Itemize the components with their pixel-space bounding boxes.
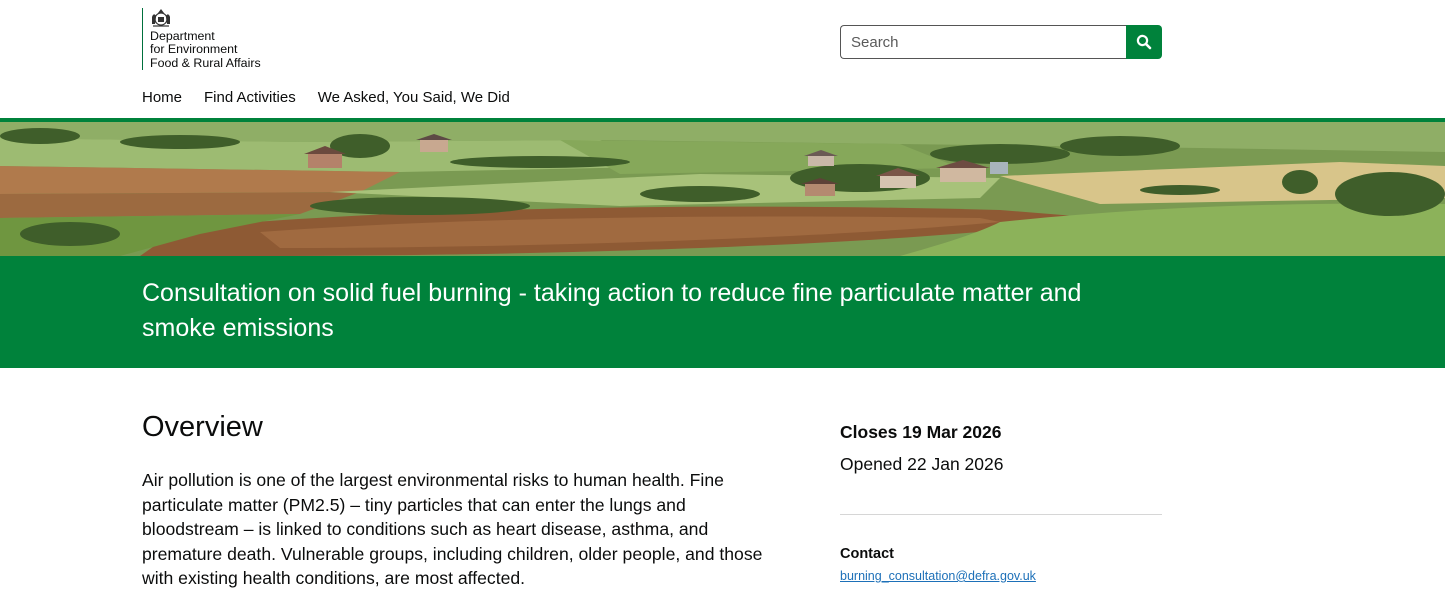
hero-image [0, 118, 1445, 256]
main-nav: Home Find Activities We Asked, You Said,… [142, 89, 532, 106]
sidebar-divider [840, 514, 1162, 515]
royal-crest-icon [152, 9, 170, 27]
main-content: Overview Air pollution is one of the lar… [142, 410, 782, 591]
opening-date: Opened 22 Jan 2026 [840, 454, 1004, 474]
logo-line-3: Food & Rural Affairs [150, 55, 261, 70]
nav-home[interactable]: Home [142, 89, 182, 106]
search-button[interactable] [1126, 25, 1162, 59]
search-icon [1136, 34, 1152, 50]
page-title: Consultation on solid fuel burning - tak… [142, 279, 1082, 342]
nav-find-activities[interactable]: Find Activities [204, 89, 296, 106]
nav-we-asked-you-said[interactable]: We Asked, You Said, We Did [318, 89, 510, 106]
overview-heading: Overview [142, 411, 263, 443]
logo-line-1: Department [150, 29, 215, 43]
overview-paragraph: Air pollution is one of the largest envi… [142, 470, 763, 589]
site-header: Department for Environment Food & Rural … [0, 0, 1445, 118]
search-form [840, 25, 1162, 59]
countryside-landscape [0, 122, 1445, 256]
defra-logo[interactable]: Department for Environment Food & Rural … [142, 8, 282, 70]
closing-date: Closes 19 Mar 2026 [840, 422, 1002, 442]
logo-text: Department for Environment Food & Rural … [150, 29, 261, 70]
contact-email-link[interactable]: burning_consultation@defra.gov.uk [840, 569, 1036, 583]
contact-heading: Contact [840, 546, 894, 562]
search-input[interactable] [840, 25, 1127, 59]
logo-line-2: for Environment [150, 42, 238, 57]
consultation-sidebar: Closes 19 Mar 2026 Opened 22 Jan 2026 Co… [840, 420, 1162, 585]
title-band: Consultation on solid fuel burning - tak… [0, 256, 1445, 368]
